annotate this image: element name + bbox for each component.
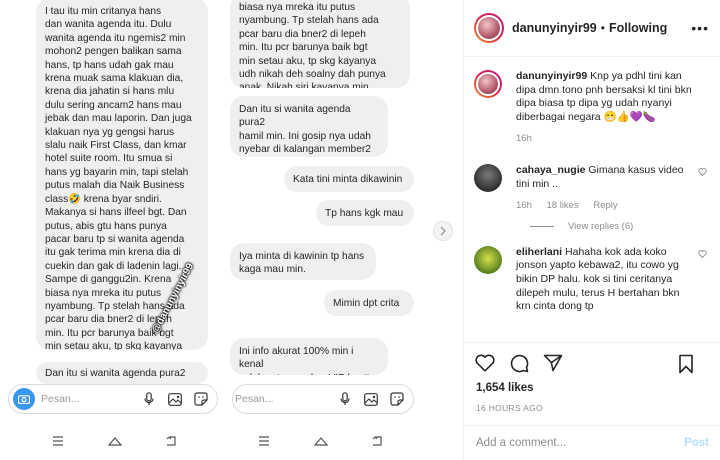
message-input-bar[interactable]: Pesan... <box>8 384 218 414</box>
comment-item: cahaya_nugie Gimana kasus video tini min… <box>474 163 711 213</box>
back-icon[interactable] <box>372 433 384 451</box>
post-username[interactable]: danunyinyir99 <box>512 21 597 35</box>
gallery-icon[interactable] <box>167 391 183 407</box>
home-icon[interactable] <box>107 433 123 451</box>
android-nav-bar <box>30 432 200 452</box>
avatar[interactable] <box>474 245 502 274</box>
android-nav-bar <box>236 432 406 452</box>
add-comment-bar: Add a comment... Post <box>464 425 720 460</box>
chat-bubble: I tau itu min critanya hans dan wanita a… <box>36 0 208 350</box>
view-replies-button[interactable]: View replies (6) <box>530 221 711 232</box>
post-side-panel: danunyinyir99 • Following ••• danunyinyi… <box>463 0 720 460</box>
message-input-bar[interactable]: Pesan... <box>232 384 414 414</box>
comment-item: eliherlani Hahaha kok ada koko jonson ya… <box>474 245 711 314</box>
message-input[interactable]: Pesan... <box>233 393 332 405</box>
comment-time[interactable]: 16h <box>516 200 532 211</box>
chat-bubble: biasa nya mreka itu putus nyambung. Tp s… <box>230 0 410 88</box>
message-input[interactable]: Pesan... <box>35 393 136 405</box>
like-comment-heart-icon[interactable] <box>698 168 707 179</box>
separator-dot: • <box>600 21 605 35</box>
recent-apps-icon[interactable] <box>258 433 270 451</box>
microphone-icon[interactable] <box>141 391 157 407</box>
gallery-icon[interactable] <box>363 391 379 407</box>
comments-list: danunyinyir99 Knp ya pdhl tini kan dipa … <box>464 58 720 340</box>
chat-bubble: Ini info akurat 100% min i kenal salah s… <box>230 338 388 375</box>
recent-apps-icon[interactable] <box>52 433 64 451</box>
avatar[interactable] <box>474 70 502 98</box>
comment-icon[interactable] <box>508 352 530 374</box>
avatar[interactable] <box>474 13 504 43</box>
post-timestamp[interactable]: 16 HOURS AGO <box>476 403 543 413</box>
chat-bubble: Dan itu si wanita agenda pura2 hamil min… <box>230 96 388 157</box>
chat-bubble-sent: Kata tini minta dikawinin <box>284 166 414 192</box>
post-comment-button[interactable]: Post <box>684 437 709 449</box>
chat-screenshot-2: biasa nya mreka itu putus nyambung. Tp s… <box>226 0 426 460</box>
caption: danunyinyir99 Knp ya pdhl tini kan dipa … <box>474 70 711 146</box>
comment-username[interactable]: eliherlani <box>516 246 562 258</box>
chat-bubble-sent: Tp hans kgk mau <box>316 200 414 226</box>
sticker-icon[interactable] <box>389 391 405 407</box>
like-comment-heart-icon[interactable] <box>698 249 707 261</box>
save-bookmark-icon[interactable] <box>675 353 697 375</box>
more-options-icon[interactable]: ••• <box>691 20 709 36</box>
sticker-icon[interactable] <box>193 391 209 407</box>
post-actions <box>464 342 720 382</box>
reply-button[interactable]: Reply <box>593 200 617 211</box>
chevron-right-icon <box>440 226 446 236</box>
post-media: I tau itu min critanya hans dan wanita a… <box>0 0 463 460</box>
following-button[interactable]: Following <box>609 21 667 35</box>
chat-bubble: Iya minta di kawinin tp hans kaga mau mi… <box>230 243 376 280</box>
caption-time[interactable]: 16h <box>516 133 532 144</box>
comment-username[interactable]: cahaya_nugie <box>516 164 585 176</box>
camera-icon[interactable] <box>13 388 35 410</box>
next-image-button[interactable] <box>433 221 453 241</box>
comment-likes[interactable]: 18 likes <box>547 200 579 211</box>
post-header: danunyinyir99 • Following ••• <box>464 0 720 57</box>
like-heart-icon[interactable] <box>474 352 496 374</box>
microphone-icon[interactable] <box>337 391 353 407</box>
likes-count[interactable]: 1,654 likes <box>476 382 534 394</box>
share-icon[interactable] <box>542 352 564 374</box>
chat-bubble: Dan itu si wanita agenda pura2 <box>36 362 208 384</box>
avatar[interactable] <box>474 163 502 192</box>
add-comment-input[interactable]: Add a comment... <box>476 437 684 449</box>
caption-username[interactable]: danunyinyir99 <box>516 70 587 82</box>
home-icon[interactable] <box>313 433 329 451</box>
chat-bubble-sent: Mimin dpt crita <box>324 290 414 316</box>
chat-screenshot-1: I tau itu min critanya hans dan wanita a… <box>0 0 225 460</box>
back-icon[interactable] <box>166 433 178 451</box>
view-replies-label: View replies (6) <box>568 220 634 232</box>
